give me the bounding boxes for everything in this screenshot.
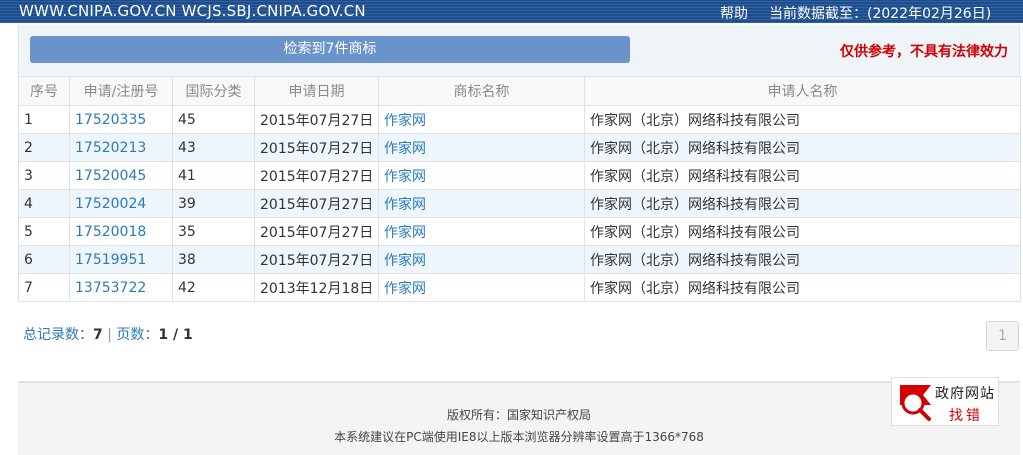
total-records-value: 7 <box>93 327 103 343</box>
cell-mark-link[interactable]: 作家网 <box>378 273 585 302</box>
help-link[interactable]: 帮助 <box>720 3 748 23</box>
table-header-row: 序号 申请/注册号 国际分类 申请日期 商标名称 申请人名称 <box>18 76 1021 106</box>
gov-site-report-badge[interactable]: 政府网站 找错 <box>891 377 999 426</box>
summary-separator: | <box>107 327 112 343</box>
table-row: 1 17520335 45 2015年07月27日 作家网 作家网（北京）网络科… <box>18 105 1021 134</box>
cell-mark-link[interactable]: 作家网 <box>378 245 585 274</box>
table-row: 4 17520024 39 2015年07月27日 作家网 作家网（北京）网络科… <box>18 189 1021 218</box>
cell-index: 2 <box>18 133 70 162</box>
cell-index: 5 <box>18 217 70 246</box>
top-bar: WWW.CNIPA.GOV.CN WCJS.SBJ.CNIPA.GOV.CN 帮… <box>0 0 1023 23</box>
cell-class: 43 <box>172 133 255 162</box>
cell-index: 3 <box>18 161 70 190</box>
cell-date: 2015年07月27日 <box>254 105 379 134</box>
cell-date: 2015年07月27日 <box>254 217 379 246</box>
site-domains: WWW.CNIPA.GOV.CN WCJS.SBJ.CNIPA.GOV.CN <box>19 2 366 20</box>
column-header-class: 国际分类 <box>172 76 255 106</box>
cell-index: 7 <box>18 273 70 302</box>
page-1-button[interactable]: 1 <box>986 321 1019 351</box>
page-count-value: 1 / 1 <box>158 327 193 343</box>
column-header-reg-no: 申请/注册号 <box>69 76 173 106</box>
cell-class: 38 <box>172 245 255 274</box>
page-count-label: 页数： <box>116 327 159 343</box>
cell-class: 45 <box>172 105 255 134</box>
cell-class: 42 <box>172 273 255 302</box>
cell-reg-no-link[interactable]: 17519951 <box>69 245 173 274</box>
pagination-summary: 总记录数：7 | 页数：1 / 1 <box>23 324 193 344</box>
cell-mark-link[interactable]: 作家网 <box>378 217 585 246</box>
cell-date: 2013年12月18日 <box>254 273 379 302</box>
table-row: 2 17520213 43 2015年07月27日 作家网 作家网（北京）网络科… <box>18 133 1021 162</box>
cell-applicant: 作家网（北京）网络科技有限公司 <box>584 245 1021 274</box>
cell-reg-no-link[interactable]: 17520024 <box>69 189 173 218</box>
cell-reg-no-link[interactable]: 17520018 <box>69 217 173 246</box>
table-row: 3 17520045 41 2015年07月27日 作家网 作家网（北京）网络科… <box>18 161 1021 190</box>
column-header-applicant: 申请人名称 <box>584 76 1021 106</box>
cell-date: 2015年07月27日 <box>254 189 379 218</box>
browser-note: 本系统建议在PC端使用IE8以上版本浏览器分辨率设置高于1366*768 <box>334 430 704 444</box>
cell-reg-no-link[interactable]: 17520213 <box>69 133 173 162</box>
cell-index: 4 <box>18 189 70 218</box>
result-header: 检索到7件商标 仅供参考，不具有法律效力 <box>18 25 1020 76</box>
results-table: 序号 申请/注册号 国际分类 申请日期 商标名称 申请人名称 1 1752033… <box>18 76 1021 302</box>
cell-index: 6 <box>18 245 70 274</box>
cell-date: 2015年07月27日 <box>254 161 379 190</box>
cell-class: 35 <box>172 217 255 246</box>
cell-class: 41 <box>172 161 255 190</box>
copyright-text: 版权所有：国家知识产权局 <box>446 408 591 422</box>
total-records-label: 总记录数： <box>23 327 93 343</box>
disclaimer-text: 仅供参考，不具有法律效力 <box>840 44 1008 60</box>
footer: 版权所有：国家知识产权局 本系统建议在PC端使用IE8以上版本浏览器分辨率设置高… <box>18 381 1020 455</box>
column-header-mark: 商标名称 <box>378 76 585 106</box>
gov-badge-action: 找错 <box>949 408 983 424</box>
cell-applicant: 作家网（北京）网络科技有限公司 <box>584 161 1021 190</box>
cell-mark-link[interactable]: 作家网 <box>378 105 585 134</box>
cell-applicant: 作家网（北京）网络科技有限公司 <box>584 217 1021 246</box>
table-row: 5 17520018 35 2015年07月27日 作家网 作家网（北京）网络科… <box>18 217 1021 246</box>
cell-mark-link[interactable]: 作家网 <box>378 133 585 162</box>
gov-badge-title: 政府网站 <box>935 386 995 402</box>
cell-index: 1 <box>18 105 70 134</box>
column-header-date: 申请日期 <box>254 76 379 106</box>
cell-reg-no-link[interactable]: 17520045 <box>69 161 173 190</box>
cell-applicant: 作家网（北京）网络科技有限公司 <box>584 105 1021 134</box>
table-row: 7 13753722 42 2013年12月18日 作家网 作家网（北京）网络科… <box>18 273 1021 302</box>
cell-reg-no-link[interactable]: 13753722 <box>69 273 173 302</box>
column-header-index: 序号 <box>18 76 70 106</box>
cell-mark-link[interactable]: 作家网 <box>378 161 585 190</box>
cell-class: 39 <box>172 189 255 218</box>
search-result-button[interactable]: 检索到7件商标 <box>30 36 630 63</box>
cell-applicant: 作家网（北京）网络科技有限公司 <box>584 273 1021 302</box>
magnifier-flag-icon <box>900 385 931 421</box>
cell-date: 2015年07月27日 <box>254 133 379 162</box>
cell-reg-no-link[interactable]: 17520335 <box>69 105 173 134</box>
cell-applicant: 作家网（北京）网络科技有限公司 <box>584 133 1021 162</box>
cell-mark-link[interactable]: 作家网 <box>378 189 585 218</box>
table-row: 6 17519951 38 2015年07月27日 作家网 作家网（北京）网络科… <box>18 245 1021 274</box>
data-date-note: 当前数据截至：(2022年02月26日) <box>769 6 992 22</box>
cell-applicant: 作家网（北京）网络科技有限公司 <box>584 189 1021 218</box>
cell-date: 2015年07月27日 <box>254 245 379 274</box>
